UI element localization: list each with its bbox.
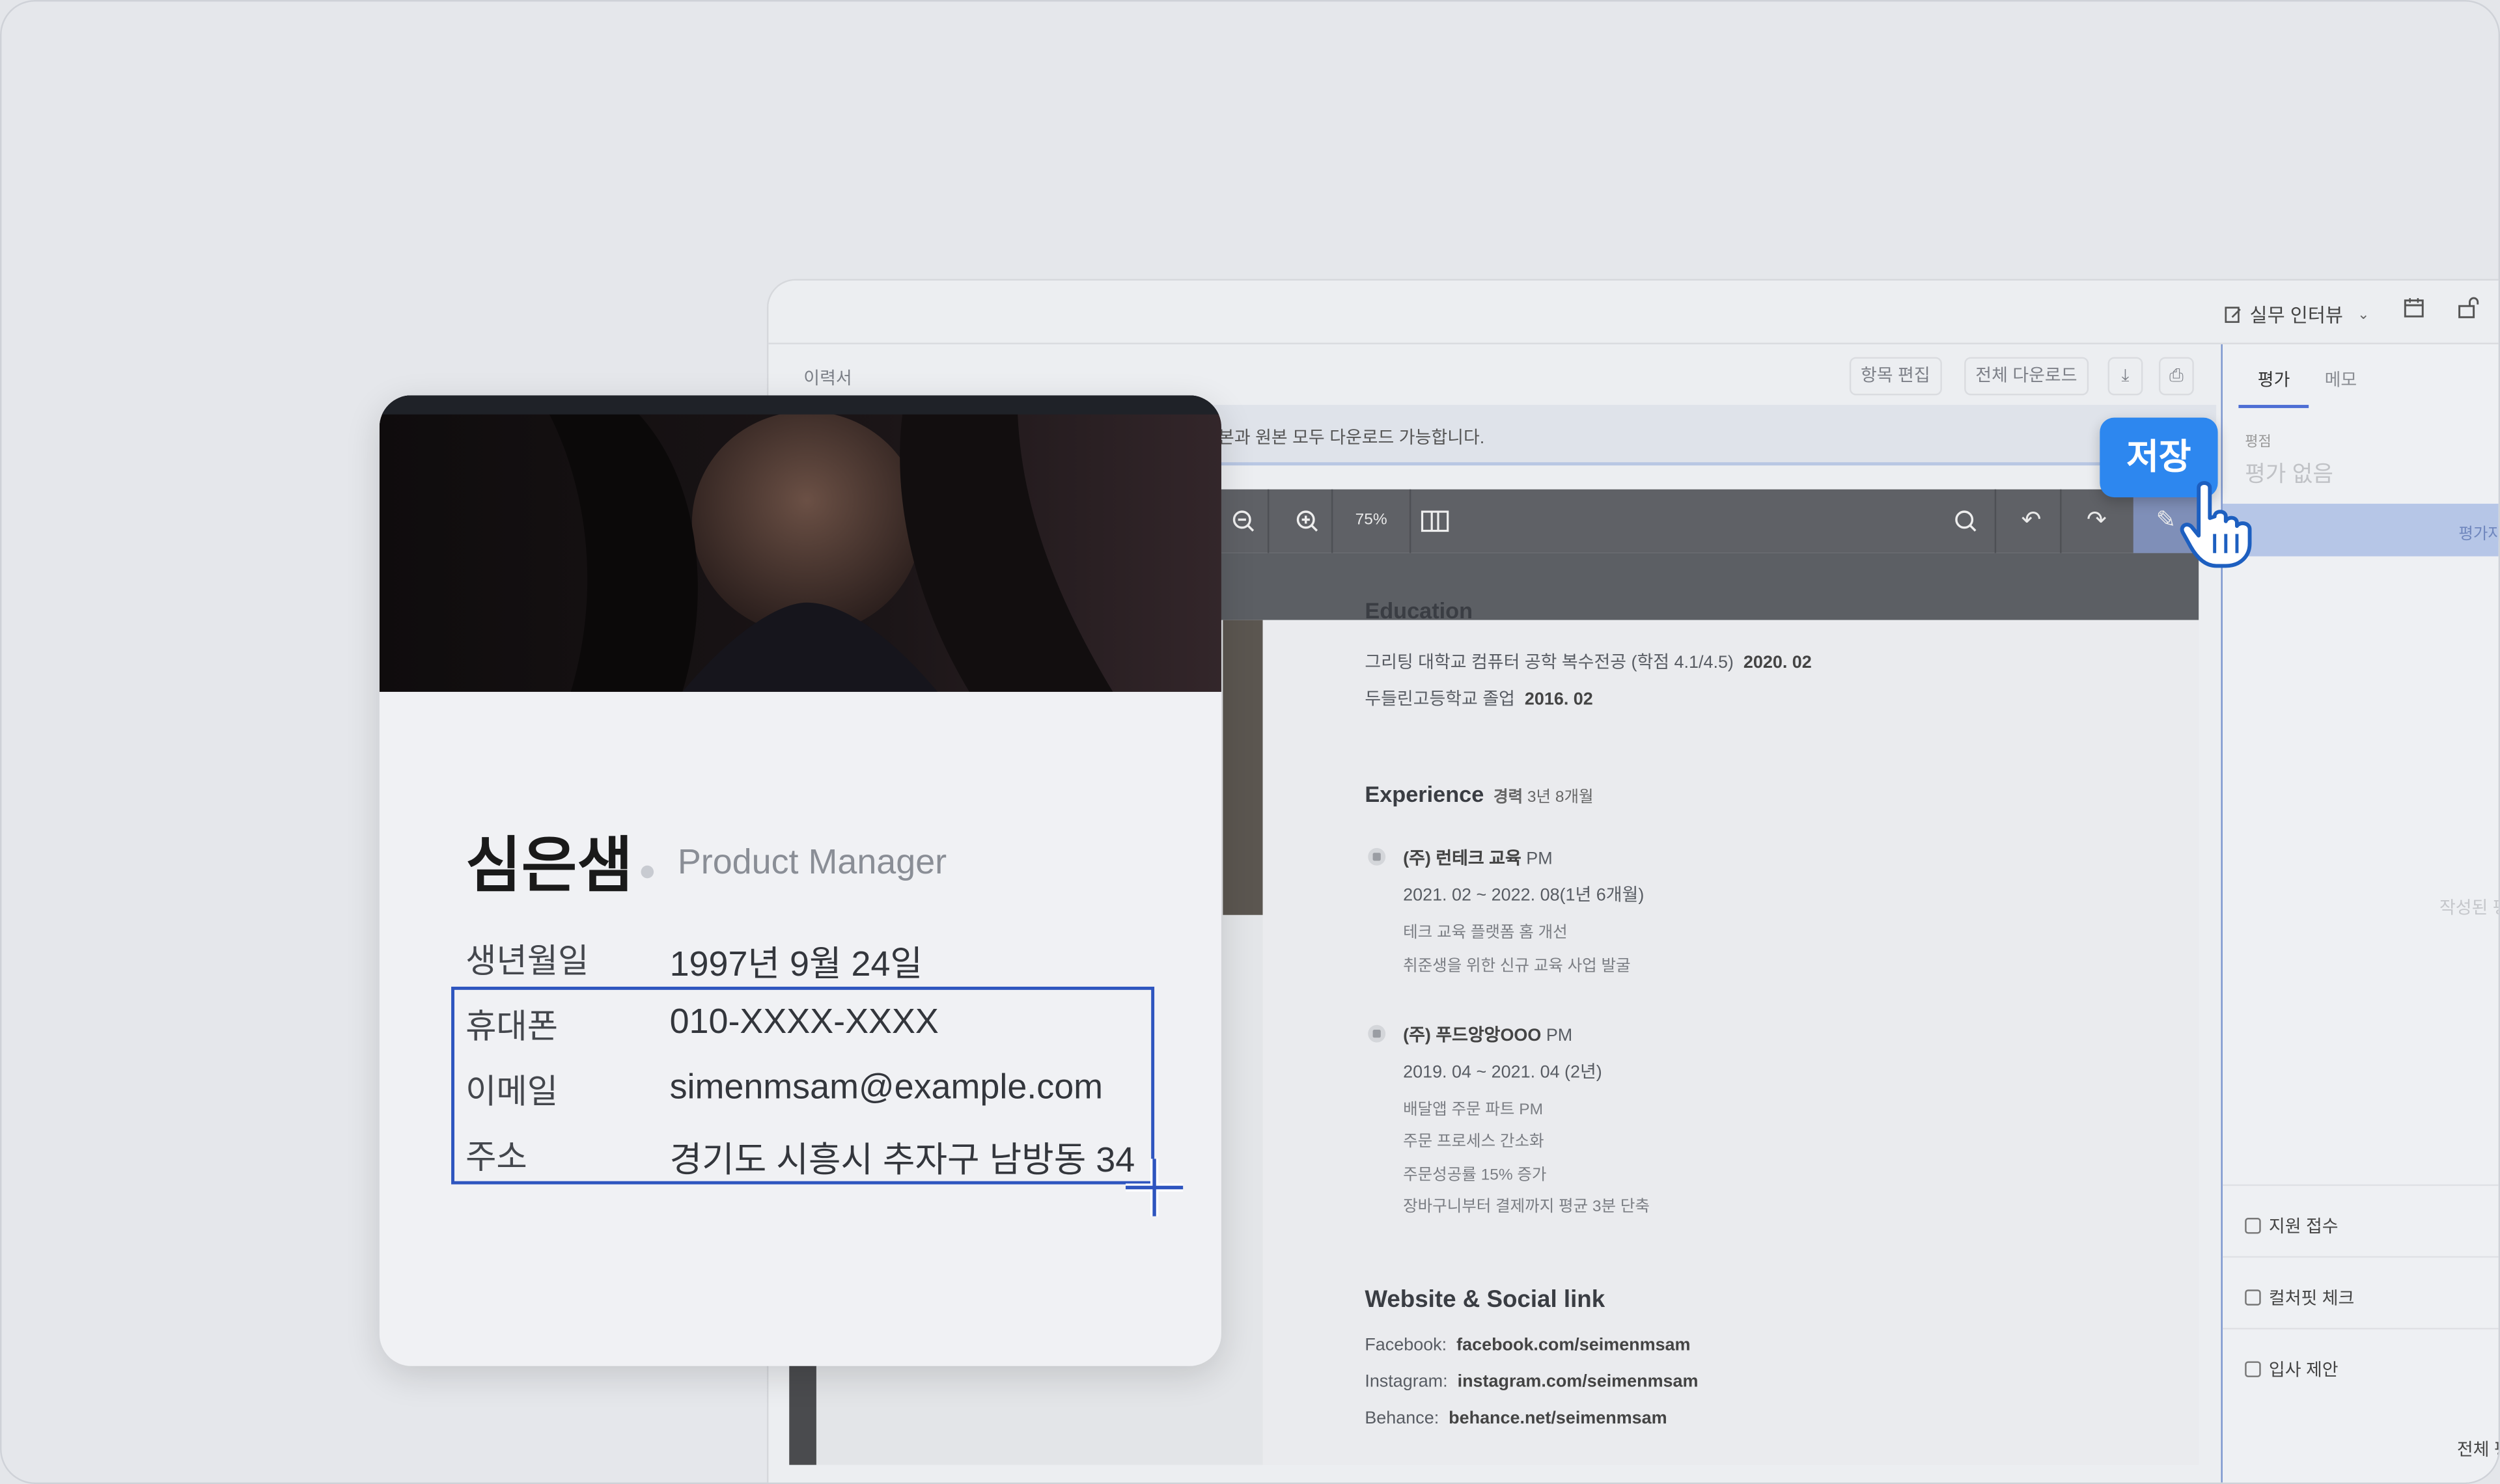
empty-evaluation-text: 작성된 평 <box>2439 899 2499 918</box>
experience-line: 장바구니부터 결제까지 평균 3분 단축 <box>1403 1198 1650 1216</box>
edit-icon <box>2245 1289 2261 1306</box>
edit-icon <box>2245 1361 2261 1377</box>
print-icon[interactable]: ⎙ <box>2158 357 2194 396</box>
candidate-role: Product Manager <box>677 842 947 882</box>
tab-memo[interactable]: 메모 <box>2325 366 2357 392</box>
name-separator-dot <box>641 865 654 879</box>
evaluator-band[interactable]: 평가자 <box>2222 503 2500 556</box>
notice-text: 본과 원본 모두 다운로드 가능합니다. <box>1218 428 1485 448</box>
action-job-offer[interactable]: 입사 제안 <box>2222 1328 2499 1399</box>
redo-icon[interactable]: ↷ <box>2064 489 2128 553</box>
selection-box[interactable] <box>451 986 1155 1185</box>
company-icon <box>1368 1024 1386 1043</box>
experience-heading: Experience 경력 3년 8개월 <box>1365 781 1594 807</box>
info-value: 1997년 9월 24일 <box>669 943 923 984</box>
experience-line: 테크 교육 플랫폼 홈 개선 <box>1403 924 1568 942</box>
profile-photo <box>379 395 1221 692</box>
experience-company: (주) 푸드앙앙OOO PM <box>1403 1026 1573 1046</box>
unlock-icon[interactable] <box>2452 297 2484 329</box>
download-all-button[interactable]: 전체 다운로드 <box>1964 357 2089 396</box>
action-culture-fit-check[interactable]: 컬처핏 체크 <box>2222 1256 2499 1328</box>
all-evaluations-link[interactable]: 전체 평 <box>2457 1436 2499 1462</box>
rating-label: 평점 <box>2245 433 2271 450</box>
experience-period: 2019. 04 ~ 2021. 04 (2년) <box>1403 1063 1602 1082</box>
links-heading: Website & Social link <box>1365 1286 1605 1313</box>
undo-icon[interactable]: ↶ <box>1999 489 2063 553</box>
experience-period: 2021. 02 ~ 2022. 08(1년 6개월) <box>1403 886 1645 906</box>
columns-icon[interactable] <box>1403 489 1467 553</box>
edit-icon <box>2245 1218 2261 1234</box>
experience-line: 주문성공률 15% 증가 <box>1403 1166 1547 1185</box>
chevron-down-icon: ⌄ <box>2357 306 2370 322</box>
experience-line: 취준생을 위한 신규 교육 사업 발굴 <box>1403 957 1631 976</box>
zoom-level[interactable]: 75% <box>1339 489 1403 553</box>
edit-items-button[interactable]: 항목 편집 <box>1849 357 1941 396</box>
social-link[interactable]: Facebook: facebook.com/seimenmsam <box>1365 1336 1690 1354</box>
education-row: 그리팅 대학교 컴퓨터 공학 복수전공 (학점 4.1/4.5) 2020. 0… <box>1365 653 1812 673</box>
screen-frame: 실무 인터뷰 ⌄ 이력서 항목 편집 전체 다운로드 ⤓ ⎙ 본과 원본 모두 … <box>0 0 2500 1484</box>
evaluation-panel: 평가 메모 평점 평가 없음 평가자 작성된 평 지원 접수 컬처핏 체크 입사… <box>2221 344 2500 1483</box>
profile-card: 심은샘 Product Manager 생년월일 1997년 9월 24일 휴대… <box>379 395 1221 1366</box>
search-icon[interactable] <box>1934 489 1998 553</box>
stage-dropdown[interactable]: 실무 인터뷰 ⌄ <box>2224 301 2369 329</box>
action-application-received[interactable]: 지원 접수 <box>2222 1184 2499 1256</box>
company-icon <box>1368 847 1386 866</box>
education-row: 두들린고등학교 졸업 2016. 02 <box>1365 690 1593 709</box>
experience-company: (주) 런테크 교육 PM <box>1403 849 1553 869</box>
zoom-in-icon[interactable] <box>1275 489 1339 553</box>
resume-page: Education 그리팅 대학교 컴퓨터 공학 복수전공 (학점 4.1/4.… <box>1262 598 2199 1465</box>
hand-cursor-icon <box>2180 481 2252 568</box>
active-tab-indicator <box>2238 405 2309 408</box>
experience-line: 배달앱 주문 파트 PM <box>1403 1101 1544 1120</box>
download-icon[interactable]: ⤓ <box>2107 357 2143 396</box>
evaluator-band-label: 평가자 <box>2458 526 2500 544</box>
calendar-icon[interactable] <box>2398 297 2430 329</box>
social-link[interactable]: Instagram: instagram.com/seimenmsam <box>1365 1373 1698 1392</box>
tab-evaluation[interactable]: 평가 <box>2258 366 2290 392</box>
candidate-name: 심은샘 <box>465 833 633 901</box>
experience-line: 주문 프로세스 간소화 <box>1403 1133 1544 1151</box>
stage: 실무 인터뷰 ⌄ 이력서 항목 편집 전체 다운로드 ⤓ ⎙ 본과 원본 모두 … <box>0 0 2500 1484</box>
crosshair-cursor-icon <box>1125 1159 1184 1216</box>
stage-dropdown-label: 실무 인터뷰 <box>2249 304 2343 327</box>
section-title: 이력서 <box>803 370 852 389</box>
education-heading: Education <box>1365 598 1473 624</box>
app-top-bar: 실무 인터뷰 ⌄ <box>768 281 2499 344</box>
edit-icon <box>2225 307 2241 323</box>
social-link[interactable]: Behance: behance.net/seimenmsam <box>1365 1409 1667 1428</box>
info-label: 생년월일 <box>465 943 589 981</box>
